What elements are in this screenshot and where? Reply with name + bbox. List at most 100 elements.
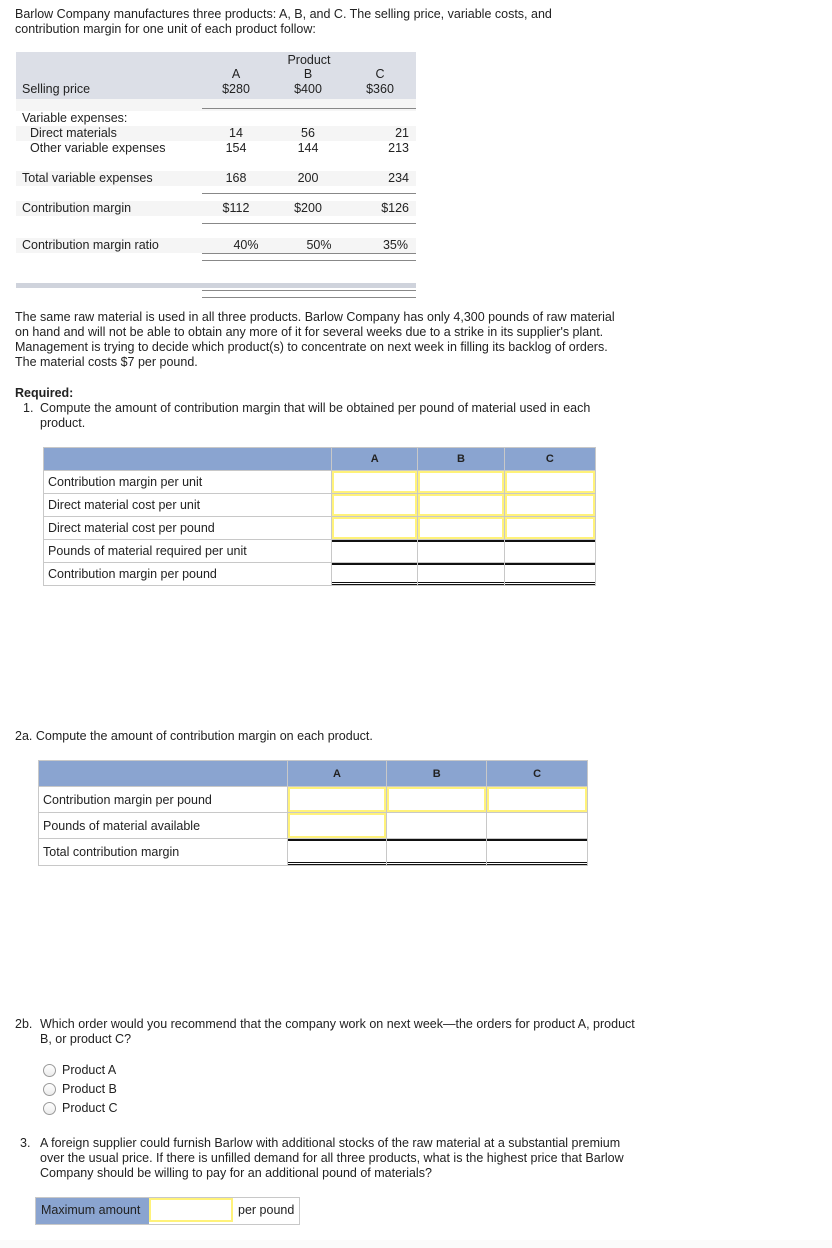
dm-cost-per-pound-c-input[interactable] [504,517,595,539]
column-a-header: A [286,760,388,787]
radio-button[interactable] [43,1064,56,1077]
question-1-text: Compute the amount of contribution margi… [40,401,591,430]
value-c: 35% [382,238,408,252]
value-c: 234 [388,171,409,185]
dm-cost-per-unit-b-input[interactable] [418,494,504,516]
pounds-available-a-input[interactable] [287,813,387,838]
problem-paragraph: The same raw material is used in all thr… [15,310,615,369]
radio-button[interactable] [43,1102,56,1115]
radio-button[interactable] [43,1083,56,1096]
maximum-amount-input[interactable] [149,1198,233,1222]
row-label: Total variable expenses [22,171,153,185]
question-3: 3. A foreign supplier could furnish Barl… [15,1136,635,1181]
row-label: Contribution margin per unit [42,470,333,494]
selling-price-b: $400 [294,82,322,96]
question-number: 1. [23,401,34,415]
value-b: 144 [297,141,319,155]
table-row: Direct materials 14 56 21 [16,126,416,141]
total-cm-c [487,839,587,865]
row-label: Pounds of material required per unit [42,539,333,563]
question-2a-table: A B C Contribution margin per pound Poun… [38,760,588,866]
option-product-c[interactable]: Product C [43,1099,118,1118]
table-header: Product A B C Selling price $280 $400 $3… [16,52,416,99]
table-row: Direct material cost per unit [42,493,597,517]
value-b: 200 [297,171,319,185]
cm-per-pound-a [332,563,418,585]
question-number: 2b. [15,1017,33,1031]
maximum-amount-label: Maximum amount [36,1198,149,1224]
column-a-header: A [231,67,241,81]
question-2a: 2a. Compute the amount of contribution m… [15,729,615,744]
variable-expenses-header-row: Variable expenses: [16,111,416,126]
cm-per-unit-a-input[interactable] [332,471,418,493]
variable-expenses-label: Variable expenses: [22,111,128,125]
dm-cost-per-pound-a-input[interactable] [332,517,418,539]
column-b-header: B [303,67,313,81]
row-label: Contribution margin ratio [22,238,159,252]
unit-label: per pound [233,1198,300,1224]
cm-per-pound-a-input[interactable] [287,787,387,812]
cm-per-unit-b-input[interactable] [418,471,504,493]
divider [202,260,416,261]
option-label: Product C [62,1101,118,1115]
question-2a-text: 2a. Compute the amount of contribution m… [15,729,373,743]
table-row: Contribution margin per unit [42,470,597,494]
dm-cost-per-unit-c-input[interactable] [504,494,595,516]
question-2b-text: Which order would you recommend that the… [40,1017,635,1046]
selling-price-c: $360 [366,82,394,96]
divider [202,297,416,298]
table-row: Direct material cost per pound [42,516,597,540]
product-header: Product [287,53,331,67]
value-c: 213 [388,141,409,155]
cm-per-pound-b-input[interactable] [387,787,487,812]
row-label: Direct material cost per pound [42,516,333,540]
cm-per-pound-c-input[interactable] [487,787,587,812]
question-2b: 2b. Which order would you recommend that… [15,1017,635,1047]
total-cm-a [287,839,387,865]
divider [202,253,416,254]
pounds-per-unit-a [332,540,418,562]
row-label: Other variable expenses [30,141,166,155]
pounds-per-unit-b [418,540,504,562]
table-row: Pounds of material required per unit [42,539,597,563]
column-b-header: B [417,447,505,471]
column-b-header: B [386,760,488,787]
table-row: Contribution margin per pound [42,562,597,586]
product-data-table: Product A B C Selling price $280 $400 $3… [16,52,416,298]
intro-text: Barlow Company manufactures three produc… [15,7,552,36]
value-a: 154 [225,141,247,155]
table-row: Contribution margin ratio 40% 50% 35% [16,238,416,253]
row-label: Total contribution margin [38,838,288,866]
value-c: $126 [381,201,409,215]
table-header: A B C [38,760,588,787]
question-number: 3. [20,1136,31,1150]
cm-per-unit-c-input[interactable] [504,471,595,493]
table-row: Contribution margin per pound [38,786,588,813]
dm-cost-per-unit-a-input[interactable] [332,494,418,516]
page-footer [0,1240,832,1248]
total-cm-b [387,839,487,865]
selling-price-label: Selling price [22,82,91,96]
divider [202,223,416,224]
column-a-header: A [331,447,419,471]
pounds-available-b [387,813,486,838]
value-b: $200 [294,201,322,215]
row-label: Direct materials [30,126,117,140]
value-b: 50% [306,238,332,252]
divider [202,193,416,194]
value-c: 21 [395,126,409,140]
option-product-b[interactable]: Product B [43,1080,117,1099]
cm-per-pound-b [418,563,504,585]
pounds-available-c [487,813,587,838]
dm-cost-per-pound-b-input[interactable] [418,517,504,539]
table-header: A B C [42,447,597,471]
divider [202,108,416,109]
divider [202,290,416,291]
option-product-a[interactable]: Product A [43,1061,116,1080]
column-c-header: C [486,760,588,787]
column-c-header: C [503,447,597,471]
selling-price-a: $280 [222,82,250,96]
option-label: Product B [62,1082,117,1096]
required-section: Required: 1. Compute the amount of contr… [15,386,625,431]
header-blank [42,447,333,471]
